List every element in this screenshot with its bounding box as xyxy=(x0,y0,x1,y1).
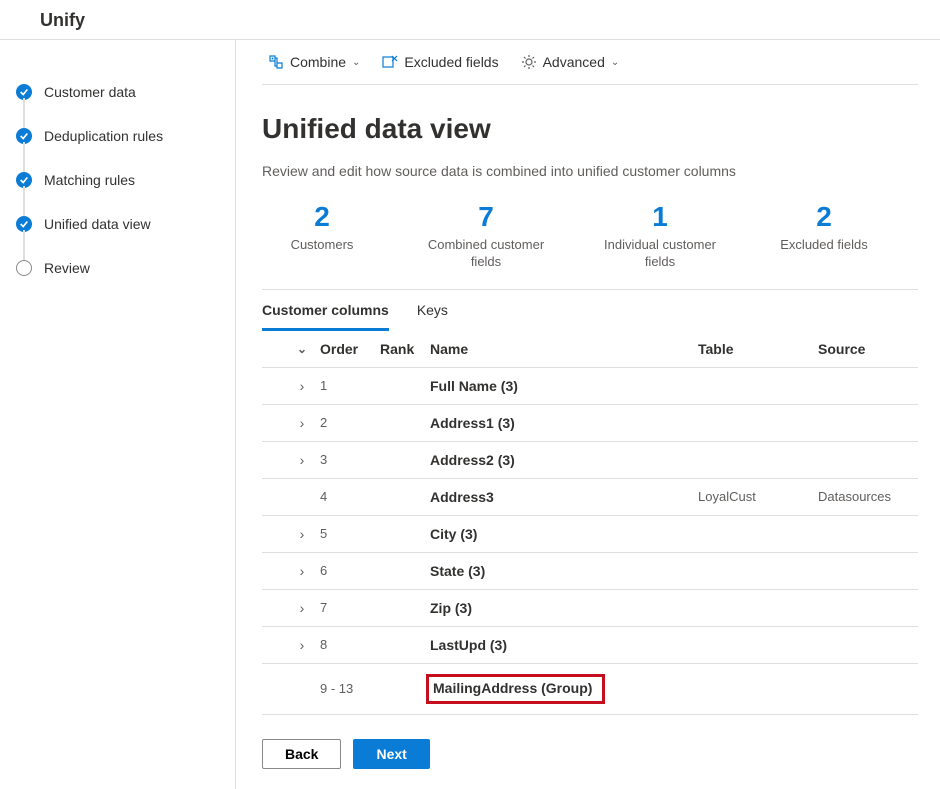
sidebar-step-unified-view[interactable]: Unified data view xyxy=(16,202,215,246)
excluded-label: Excluded fields xyxy=(404,54,498,70)
stat-customers: 2 Customers xyxy=(262,201,382,271)
step-label: Deduplication rules xyxy=(44,114,163,158)
stat-combined-fields: 7 Combined customer fields xyxy=(416,201,556,271)
table-row[interactable]: › 1 Full Name (3) xyxy=(262,368,918,405)
empty-circle-icon xyxy=(16,260,32,276)
expand-row-icon[interactable]: › xyxy=(300,415,305,431)
table-row[interactable]: 4 Address3LoyalCustDatasources xyxy=(262,479,918,516)
combine-label: Combine xyxy=(290,54,346,70)
toolbar: Combine ⌄ Excluded fields Advanced ⌄ xyxy=(262,40,918,85)
stat-label: Combined customer fields xyxy=(416,237,556,271)
cell-table: LoyalCust xyxy=(698,489,818,504)
cell-name: Zip (3) xyxy=(430,600,698,616)
next-button[interactable]: Next xyxy=(353,739,429,769)
table-row[interactable]: › 2 Address1 (3) xyxy=(262,405,918,442)
page-subtitle: Review and edit how source data is combi… xyxy=(262,163,918,179)
rank-header[interactable]: Rank xyxy=(380,341,430,357)
table-row[interactable]: › 8 LastUpd (3) xyxy=(262,627,918,664)
table-row[interactable]: › 5 City (3) xyxy=(262,516,918,553)
cell-order: 9 - 13 xyxy=(320,681,380,696)
expand-row-icon[interactable]: › xyxy=(300,526,305,542)
cell-name: Full Name (3) xyxy=(430,378,698,394)
gear-icon xyxy=(521,54,537,70)
stat-label: Individual customer fields xyxy=(590,237,730,271)
excluded-fields-button[interactable]: Excluded fields xyxy=(382,54,498,70)
expand-row-icon[interactable]: › xyxy=(300,378,305,394)
stat-value: 7 xyxy=(416,201,556,233)
stat-label: Customers xyxy=(262,237,382,254)
cell-name: MailingAddress (Group) xyxy=(430,674,698,704)
highlighted-name: MailingAddress (Group) xyxy=(426,674,605,704)
sidebar-step-review[interactable]: Review xyxy=(16,246,215,290)
expand-row-icon[interactable]: › xyxy=(300,600,305,616)
source-header[interactable]: Source xyxy=(818,341,918,357)
combine-icon xyxy=(268,54,284,70)
tab-keys[interactable]: Keys xyxy=(417,290,448,331)
expand-row-icon[interactable]: › xyxy=(300,452,305,468)
expand-row-icon[interactable]: › xyxy=(300,637,305,653)
table-row[interactable]: › 6 State (3) xyxy=(262,553,918,590)
table-row[interactable]: › 7 Zip (3) xyxy=(262,590,918,627)
cell-order: 2 xyxy=(320,415,380,430)
combine-menu[interactable]: Combine ⌄ xyxy=(268,54,360,70)
table-row[interactable]: 9 - 13 MailingAddress (Group) xyxy=(262,664,918,715)
cell-name: Address1 (3) xyxy=(430,415,698,431)
advanced-menu[interactable]: Advanced ⌄ xyxy=(521,54,620,70)
cell-order: 7 xyxy=(320,600,380,615)
cell-order: 4 xyxy=(320,489,380,504)
cell-name: LastUpd (3) xyxy=(430,637,698,653)
chevron-down-icon: ⌄ xyxy=(611,57,619,68)
cell-name: Address2 (3) xyxy=(430,452,698,468)
app-header: Unify xyxy=(0,0,940,40)
cell-order: 8 xyxy=(320,637,380,652)
chevron-down-icon: ⌄ xyxy=(352,57,360,68)
stat-excluded-fields: 2 Excluded fields xyxy=(764,201,884,271)
cell-name: City (3) xyxy=(430,526,698,542)
order-header[interactable]: Order xyxy=(320,341,380,357)
sidebar-step-matching[interactable]: Matching rules xyxy=(16,158,215,202)
cell-order: 3 xyxy=(320,452,380,467)
stat-value: 1 xyxy=(590,201,730,233)
sidebar: Customer data Deduplication rules Matchi… xyxy=(0,40,236,789)
stat-value: 2 xyxy=(262,201,382,233)
table-col-header[interactable]: Table xyxy=(698,341,818,357)
customer-columns-table: ⌄ Order Rank Name Table Source › 1 Full Na… xyxy=(262,331,918,721)
back-button[interactable]: Back xyxy=(262,739,341,769)
expand-column-header[interactable]: ⌄ xyxy=(284,342,320,356)
table-header: ⌄ Order Rank Name Table Source xyxy=(262,331,918,368)
sidebar-step-deduplication[interactable]: Deduplication rules xyxy=(16,114,215,158)
excluded-icon xyxy=(382,54,398,70)
cell-order: 6 xyxy=(320,563,380,578)
stat-individual-fields: 1 Individual customer fields xyxy=(590,201,730,271)
page-title: Unified data view xyxy=(262,113,918,145)
advanced-label: Advanced xyxy=(543,54,605,70)
step-label: Matching rules xyxy=(44,158,135,202)
step-label: Review xyxy=(44,246,90,290)
name-header[interactable]: Name xyxy=(430,341,698,357)
tabs: Customer columns Keys xyxy=(262,289,918,331)
step-label: Unified data view xyxy=(44,202,151,246)
main-content: Combine ⌄ Excluded fields Advanced ⌄ Uni… xyxy=(236,40,940,789)
step-label: Customer data xyxy=(44,70,136,114)
footer-actions: Back Next xyxy=(262,721,918,769)
cell-source: Datasources xyxy=(818,489,918,504)
stat-value: 2 xyxy=(764,201,884,233)
sidebar-step-customer-data[interactable]: Customer data xyxy=(16,70,215,114)
expand-row-icon[interactable]: › xyxy=(300,563,305,579)
stats-row: 2 Customers 7 Combined customer fields 1… xyxy=(262,201,918,289)
cell-name: Address3 xyxy=(430,489,698,505)
tab-customer-columns[interactable]: Customer columns xyxy=(262,290,389,331)
cell-order: 1 xyxy=(320,378,380,393)
cell-name: State (3) xyxy=(430,563,698,579)
cell-order: 5 xyxy=(320,526,380,541)
layout: Customer data Deduplication rules Matchi… xyxy=(0,40,940,789)
table-row[interactable]: › 3 Address2 (3) xyxy=(262,442,918,479)
stat-label: Excluded fields xyxy=(764,237,884,254)
